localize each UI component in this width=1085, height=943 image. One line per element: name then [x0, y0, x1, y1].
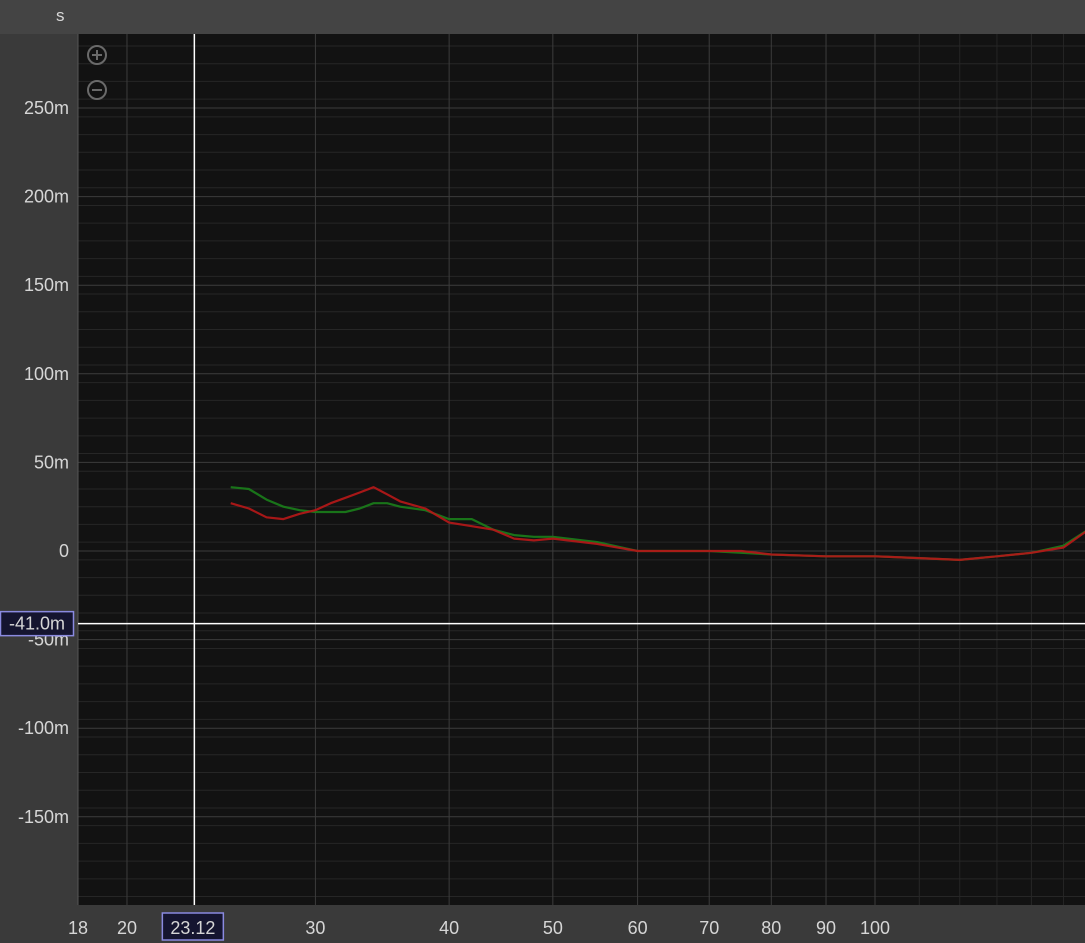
y-tick-label: -150m [18, 807, 69, 827]
chart-svg[interactable]: 250m200m150m100m50m0-50m-100m-150m 18 20 3… [0, 0, 1085, 943]
x-tick-label: 30 [305, 918, 325, 938]
y-readout-text: -41.0m [9, 614, 65, 634]
y-tick-label: 250m [24, 98, 69, 118]
x-readout-text: 23.12 [170, 918, 215, 938]
y-tick-label: 0 [59, 541, 69, 561]
y-tick-label: -100m [18, 718, 69, 738]
x-tick-label: 50 [543, 918, 563, 938]
x-tick-label: 40 [439, 918, 459, 938]
y-tick-label: 100m [24, 364, 69, 384]
x-tick-label: 18 [68, 918, 88, 938]
plot-area[interactable] [78, 34, 1085, 905]
measurement-window: s 250m 200m 150m 100m 50m 0 -50m -100m -150m 18 2… [0, 0, 1085, 943]
x-tick-label: 100 [860, 918, 890, 938]
y-tick-label: 150m [24, 275, 69, 295]
x-tick-label: 90 [816, 918, 836, 938]
y-tick-label: 50m [34, 452, 69, 472]
x-tick-label: 20 [117, 918, 137, 938]
x-tick-label: 60 [628, 918, 648, 938]
x-tick-label: 70 [699, 918, 719, 938]
y-axis-labels: 250m200m150m100m50m0-50m-100m-150m [18, 98, 69, 827]
x-tick-label: 80 [761, 918, 781, 938]
y-tick-label: 200m [24, 187, 69, 207]
